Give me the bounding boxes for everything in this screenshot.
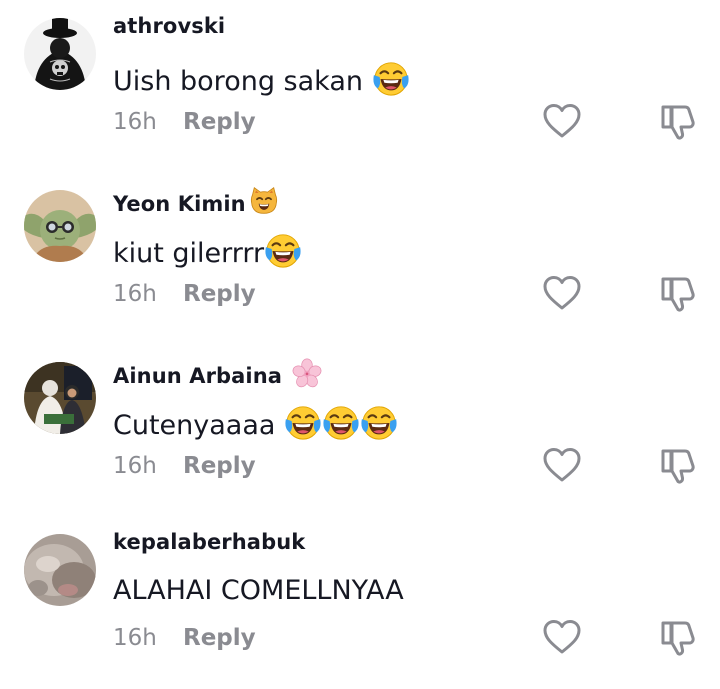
avatar[interactable] xyxy=(24,534,96,606)
reply-button[interactable]: Reply xyxy=(183,109,256,135)
thumbs-down-outline-icon xyxy=(658,618,698,658)
dislike-button[interactable] xyxy=(658,274,698,314)
avatar[interactable] xyxy=(24,190,96,262)
like-button[interactable] xyxy=(542,102,582,142)
comment-meta: 16h Reply xyxy=(113,281,256,307)
reply-button[interactable]: Reply xyxy=(183,625,256,651)
comment-text: Uish borong sakan xyxy=(113,59,410,104)
comment-username[interactable]: kepalaberhabuk xyxy=(113,530,305,554)
thumbs-down-outline-icon xyxy=(658,274,698,314)
cherry-blossom-icon xyxy=(292,358,322,393)
face-with-tears-of-joy-icon xyxy=(360,403,398,448)
comment-text: Cutenyaaaa xyxy=(113,403,398,448)
heart-outline-icon xyxy=(542,102,582,142)
comment-timestamp: 16h xyxy=(113,453,157,479)
face-with-tears-of-joy-icon xyxy=(284,403,322,448)
avatar[interactable] xyxy=(24,18,96,90)
comment-meta: 16h Reply xyxy=(113,625,256,651)
thumbs-down-outline-icon xyxy=(658,102,698,142)
like-button[interactable] xyxy=(542,618,582,658)
face-with-tears-of-joy-icon xyxy=(372,59,410,104)
heart-outline-icon xyxy=(542,446,582,486)
comment-username[interactable]: Yeon Kimin xyxy=(113,186,279,221)
face-with-tears-of-joy-icon xyxy=(322,403,360,448)
comment-item: Yeon Kimin kiut gilerrrr 16h Reply xyxy=(0,172,720,344)
dislike-button[interactable] xyxy=(658,446,698,486)
comment-meta: 16h Reply xyxy=(113,109,256,135)
comment-username[interactable]: athrovski xyxy=(113,14,225,38)
avatar[interactable] xyxy=(24,362,96,434)
comment-item: athrovski Uish borong sakan 16h Reply xyxy=(0,0,720,172)
reply-button[interactable]: Reply xyxy=(183,453,256,479)
comment-text: kiut gilerrrr xyxy=(113,231,302,276)
face-with-tears-of-joy-icon xyxy=(264,231,302,276)
comment-item: kepalaberhabuk ALAHAI COMELLNYAA 16h Repl… xyxy=(0,516,720,688)
like-button[interactable] xyxy=(542,274,582,314)
heart-outline-icon xyxy=(542,274,582,314)
dislike-button[interactable] xyxy=(658,618,698,658)
thumbs-down-outline-icon xyxy=(658,446,698,486)
heart-outline-icon xyxy=(542,618,582,658)
comment-timestamp: 16h xyxy=(113,281,157,307)
comment-timestamp: 16h xyxy=(113,625,157,651)
reply-button[interactable]: Reply xyxy=(183,281,256,307)
comment-timestamp: 16h xyxy=(113,109,157,135)
comment-username[interactable]: Ainun Arbaina xyxy=(113,358,322,393)
dislike-button[interactable] xyxy=(658,102,698,142)
comment-text: ALAHAI COMELLNYAA xyxy=(113,575,404,606)
like-button[interactable] xyxy=(542,446,582,486)
cat-face-icon xyxy=(249,186,279,221)
comment-item: Ainun Arbaina Cutenyaaaa 16h Reply xyxy=(0,344,720,516)
comment-meta: 16h Reply xyxy=(113,453,256,479)
